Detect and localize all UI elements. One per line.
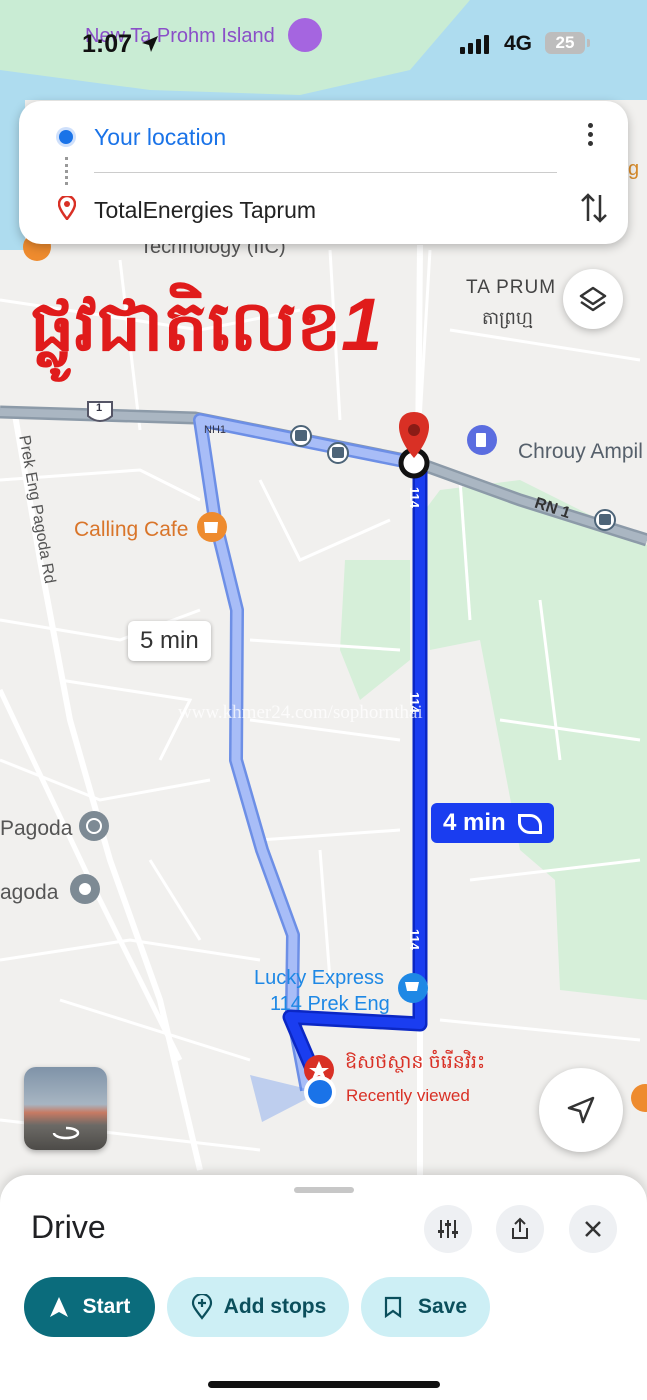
pagoda-icon (79, 811, 109, 841)
save-button[interactable]: Save (361, 1277, 490, 1337)
watermark: www.khmer24.com/sophornthai (178, 702, 423, 723)
map-label-lucky-1: Lucky Express (254, 967, 385, 989)
destination-pin-small-icon (58, 196, 76, 220)
battery-tip (587, 39, 590, 47)
map-label-pagoda2: agoda (0, 881, 59, 904)
start-label: Start (82, 1295, 131, 1318)
road-label-114-c: 114 (406, 929, 422, 950)
map-label-edge: g (628, 158, 640, 180)
route-shield-label: 1 (96, 402, 103, 414)
start-arrow-icon (49, 1297, 68, 1317)
map-label-ta-prum-khmer: តាព្រហ្ម (482, 308, 534, 328)
signal-icon (460, 35, 489, 54)
recenter-button[interactable] (539, 1068, 623, 1152)
main-route-time-bubble[interactable]: 4 min (431, 803, 555, 843)
battery-icon: 25 (545, 32, 585, 54)
main-route-time: 4 min (443, 809, 506, 836)
map-label-recently-viewed: Recently viewed (346, 1086, 470, 1105)
route-dots (65, 157, 71, 185)
current-location-dot (308, 1080, 332, 1104)
add-location-icon (191, 1294, 212, 1320)
location-arrow-icon (142, 36, 158, 52)
options-button[interactable] (424, 1205, 472, 1253)
mode-title: Drive (31, 1209, 106, 1245)
destination-field[interactable]: TotalEnergies Taprum (94, 197, 316, 224)
map-label-ta-prum: TA PRUM (466, 277, 557, 298)
map-label-calling-cafe: Calling Cafe (74, 518, 189, 541)
status-time: 1:07 (82, 30, 133, 58)
drag-handle[interactable] (294, 1187, 354, 1193)
overlay-number: 1 (341, 283, 383, 366)
close-button[interactable] (569, 1205, 617, 1253)
overlay-title: ផ្លូវជាតិលេខ1 (30, 282, 382, 385)
overlay-title-text: ផ្លូវជាតិលេខ (30, 287, 342, 365)
map-label-pagoda1: Pagoda (0, 817, 73, 840)
origin-field[interactable]: Your location (94, 124, 226, 151)
swap-icon[interactable] (580, 191, 608, 225)
map-label-pharmacy: ឱសថស្ថាន ចំរើនវិរះ (345, 1052, 486, 1073)
map-label-lucky-2: 114 Prek Eng (270, 993, 390, 1015)
add-stops-button[interactable]: Add stops (167, 1277, 349, 1337)
map-label-chrouy: Chrouy Ampil (518, 440, 643, 463)
more-options-icon[interactable] (585, 123, 595, 153)
eco-leaf-icon (518, 813, 543, 834)
start-button[interactable]: Start (24, 1277, 155, 1337)
road-label-nh1: NH1 (204, 424, 227, 436)
origin-dot-icon (59, 130, 73, 144)
rotate-360-icon (52, 1126, 80, 1140)
network-type: 4G (504, 32, 533, 55)
close-icon (585, 1221, 601, 1237)
layers-button[interactable] (563, 269, 623, 329)
alt-route-time[interactable]: 5 min (128, 621, 211, 661)
bookmark-icon (384, 1296, 402, 1318)
add-stops-label: Add stops (223, 1295, 327, 1318)
directions-card: Your location TotalEnergies Taprum (19, 101, 628, 244)
sliders-icon (438, 1220, 458, 1238)
road-label-114-a: 114 (406, 487, 422, 508)
navigation-arrow-icon (567, 1096, 595, 1124)
save-label: Save (417, 1295, 468, 1318)
status-bar: 1:07 4G 25 (0, 28, 647, 62)
home-indicator (208, 1381, 440, 1388)
share-button[interactable] (496, 1205, 544, 1253)
divider (94, 172, 557, 173)
layers-icon (579, 286, 607, 312)
share-icon (512, 1217, 528, 1239)
street-view-thumbnail[interactable] (24, 1067, 107, 1150)
